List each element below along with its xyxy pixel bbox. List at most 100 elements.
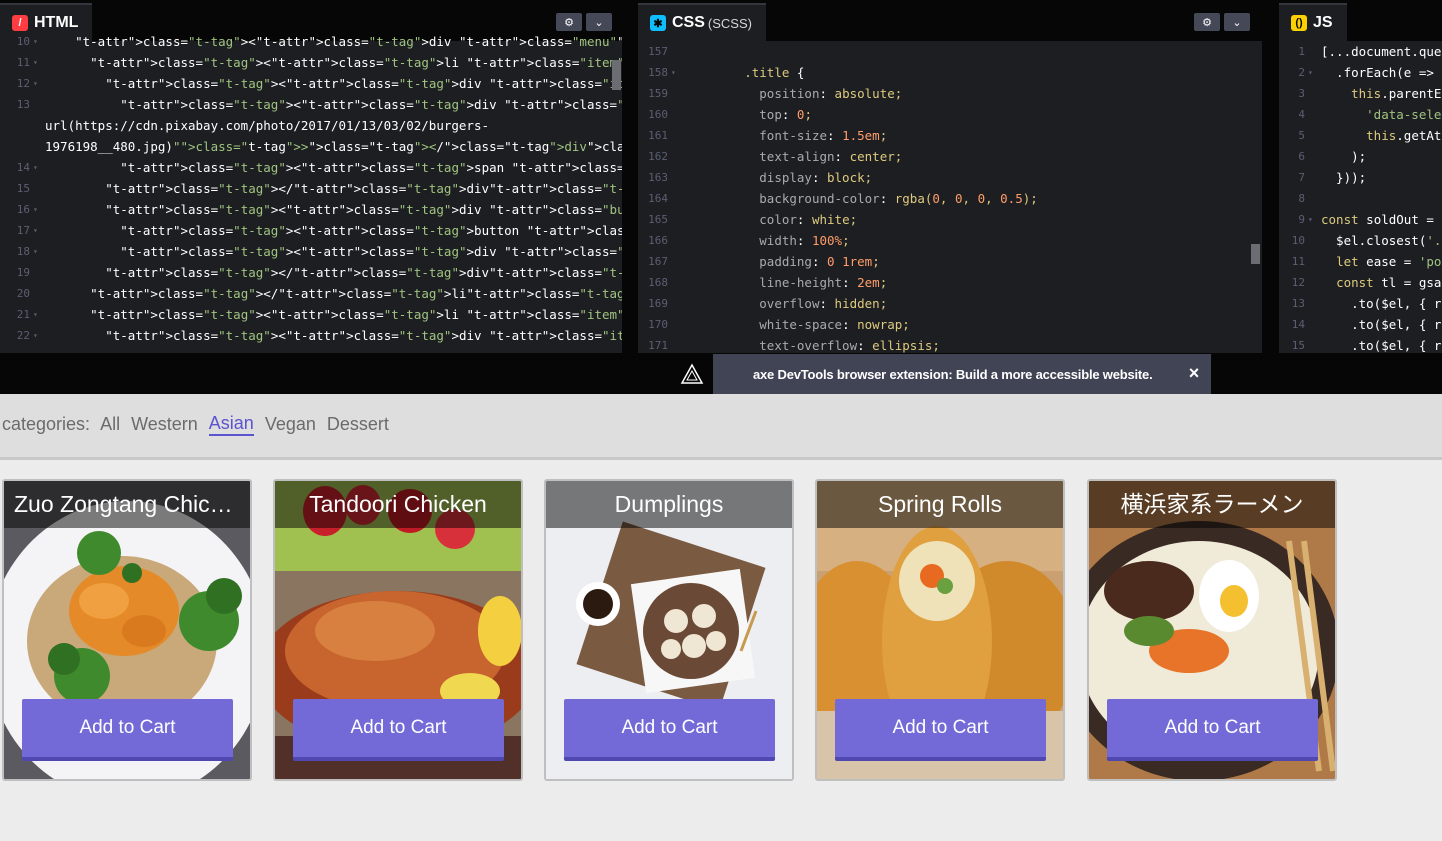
code-line[interactable]: 18 ▾ "t-attr">class="t-tag"><"t-attr">cla…: [0, 241, 622, 262]
menu-item-card: Zuo Zongtang Chicken Add to Cart: [2, 479, 252, 781]
fold-arrow-icon[interactable]: ▾: [33, 73, 38, 94]
code-line[interactable]: 10 ▾ "t-attr">class="t-tag"><"t-attr">cla…: [0, 31, 622, 52]
css-dropdown-button[interactable]: ⌄: [1224, 13, 1250, 31]
code-text: const soldOut =: [1321, 212, 1434, 227]
fold-arrow-icon[interactable]: ▾: [33, 241, 38, 262]
fold-arrow-icon[interactable]: ▾: [33, 199, 38, 220]
add-to-cart-button[interactable]: Add to Cart: [22, 699, 233, 761]
code-line[interactable]: 168 line-height: 2em;: [638, 272, 1262, 293]
css-tab[interactable]: ✱ CSS (SCSS): [638, 3, 766, 41]
fold-arrow-icon[interactable]: ▾: [671, 62, 676, 83]
code-line[interactable]: 165 color: white;: [638, 209, 1262, 230]
code-line[interactable]: 13 "t-attr">class="t-tag"><"t-attr">clas…: [0, 94, 622, 115]
fold-arrow-icon[interactable]: ▾: [33, 31, 38, 52]
css-code-area[interactable]: 157 158 ▾ .title {159 position: absolute; 1…: [638, 41, 1262, 353]
code-line[interactable]: 162 text-align: center;: [638, 146, 1262, 167]
code-line[interactable]: 15 .to($el, { r: [1279, 335, 1442, 353]
code-line[interactable]: 14 ▾ "t-attr">class="t-tag"><"t-attr">cla…: [0, 157, 622, 178]
code-line[interactable]: 1 [...document.que: [1279, 41, 1442, 62]
notification-message[interactable]: axe DevTools browser extension: Build a …: [713, 354, 1211, 394]
css-settings-button[interactable]: ⚙: [1194, 13, 1220, 31]
code-line[interactable]: 171 text-overflow: ellipsis;: [638, 335, 1262, 353]
fold-arrow-icon[interactable]: ▾: [33, 325, 38, 346]
code-line[interactable]: 8: [1279, 188, 1442, 209]
code-line[interactable]: 14 .to($el, { r: [1279, 314, 1442, 335]
css-scrollbar-thumb[interactable]: [1251, 244, 1260, 264]
code-line[interactable]: 19 "t-attr">class="t-tag"></"t-attr">cla…: [0, 262, 622, 283]
code-line[interactable]: 3 this.parentE: [1279, 83, 1442, 104]
line-number: 13: [1291, 297, 1305, 310]
fold-arrow-icon[interactable]: ▾: [33, 52, 38, 73]
line-number: 2: [1298, 66, 1305, 79]
code-text: .to($el, { r: [1321, 296, 1442, 311]
fold-arrow-icon[interactable]: ▾: [1308, 209, 1313, 230]
pane-resizer[interactable]: [1262, 3, 1279, 353]
code-line[interactable]: 16 ▾ "t-attr">class="t-tag"><"t-attr">cla…: [0, 199, 622, 220]
code-line[interactable]: 158 ▾ .title {: [638, 62, 1262, 83]
code-text: let ease = 'po: [1336, 254, 1442, 269]
code-line[interactable]: 17 ▾ "t-attr">class="t-tag"><"t-attr">cla…: [0, 220, 622, 241]
fold-arrow-icon[interactable]: ▾: [33, 220, 38, 241]
code-line[interactable]: 11 let ease = 'po: [1279, 251, 1442, 272]
code-line[interactable]: 13 .to($el, { r: [1279, 293, 1442, 314]
code-line[interactable]: 169 overflow: hidden;: [638, 293, 1262, 314]
code-line[interactable]: 7 }));: [1279, 167, 1442, 188]
category-western[interactable]: Western: [131, 414, 198, 435]
category-asian[interactable]: Asian: [208, 413, 254, 436]
line-number: 1: [1298, 45, 1305, 58]
code-line[interactable]: 22 ▾ "t-attr">class="t-tag"><"t-attr">cla…: [0, 325, 622, 346]
add-to-cart-button[interactable]: Add to Cart: [293, 699, 504, 761]
code-line[interactable]: 163 display: block;: [638, 167, 1262, 188]
code-line[interactable]: 15 "t-attr">class="t-tag"></"t-attr">cla…: [0, 178, 622, 199]
line-number: 160: [648, 108, 668, 121]
code-line[interactable]: 11 ▾ "t-attr">class="t-tag"><"t-attr">cla…: [0, 52, 622, 73]
category-all[interactable]: All: [100, 414, 120, 435]
line-number: 168: [648, 276, 668, 289]
category-vegan[interactable]: Vegan: [265, 414, 316, 435]
code-line[interactable]: 157: [638, 41, 1262, 62]
code-line[interactable]: 12 ▾ "t-attr">class="t-tag"><"t-attr">cla…: [0, 73, 622, 94]
code-line[interactable]: 161 font-size: 1.5em;: [638, 125, 1262, 146]
html-scrollbar-thumb[interactable]: [612, 60, 621, 90]
code-line[interactable]: 4 'data-sele: [1279, 104, 1442, 125]
code-text: "t-attr">class="t-tag"></"t-attr">class=…: [105, 181, 622, 196]
code-line[interactable]: 10 $el.closest('.: [1279, 230, 1442, 251]
close-icon[interactable]: ×: [1189, 364, 1200, 382]
axe-logo-icon: [680, 363, 704, 384]
html-dropdown-button[interactable]: ⌄: [586, 13, 612, 31]
code-line[interactable]: 170 white-space: nowrap;: [638, 314, 1262, 335]
code-line[interactable]: 21 ▾ "t-attr">class="t-tag"><"t-attr">cla…: [0, 304, 622, 325]
fold-arrow-icon[interactable]: ▾: [33, 304, 38, 325]
code-line[interactable]: 1976198__480.jpg)"">class="t-tag">>">cla…: [0, 136, 622, 157]
code-line[interactable]: 167 padding: 0 1rem;: [638, 251, 1262, 272]
fold-arrow-icon[interactable]: ▾: [1308, 62, 1313, 83]
code-line[interactable]: 9 ▾ const soldOut =: [1279, 209, 1442, 230]
category-dessert[interactable]: Dessert: [327, 414, 389, 435]
code-line[interactable]: 6 );: [1279, 146, 1442, 167]
code-line[interactable]: 164 background-color: rgba(0, 0, 0, 0.5)…: [638, 188, 1262, 209]
code-line[interactable]: 5 this.getAt: [1279, 125, 1442, 146]
js-code-area[interactable]: 1 [...document.que 2 ▾ .forEach(e => 3 this.…: [1279, 41, 1442, 353]
html-code-area[interactable]: 10 ▾ "t-attr">class="t-tag"><"t-attr">cla…: [0, 34, 622, 353]
add-to-cart-button[interactable]: Add to Cart: [1107, 699, 1318, 761]
code-line[interactable]: 166 width: 100%;: [638, 230, 1262, 251]
html-editor-pane: / HTML ⚙ ⌄ 10 ▾ "t-attr">class="t-tag"><"…: [0, 3, 622, 353]
fold-arrow-icon[interactable]: ▾: [33, 157, 38, 178]
code-line[interactable]: 12 const tl = gsa: [1279, 272, 1442, 293]
add-to-cart-button[interactable]: Add to Cart: [835, 699, 1046, 761]
item-title: Dumplings: [546, 481, 792, 528]
css-tab-sublabel: (SCSS): [707, 15, 752, 31]
code-line[interactable]: 159 position: absolute;: [638, 83, 1262, 104]
line-number: 167: [648, 255, 668, 268]
js-tab[interactable]: () JS: [1279, 3, 1347, 41]
html-settings-button[interactable]: ⚙: [556, 13, 582, 31]
code-line[interactable]: 2 ▾ .forEach(e =>: [1279, 62, 1442, 83]
code-line[interactable]: 160 top: 0;: [638, 104, 1262, 125]
code-line[interactable]: url(https://cdn.pixabay.com/photo/2017/0…: [0, 115, 622, 136]
code-line[interactable]: 20 "t-attr">class="t-tag"></"t-attr">cla…: [0, 283, 622, 304]
add-to-cart-button[interactable]: Add to Cart: [564, 699, 775, 761]
pane-resizer[interactable]: [622, 3, 638, 353]
css-icon: ✱: [650, 15, 666, 31]
code-text: .to($el, { r: [1321, 317, 1442, 332]
item-title: Zuo Zongtang Chicken: [4, 481, 250, 528]
